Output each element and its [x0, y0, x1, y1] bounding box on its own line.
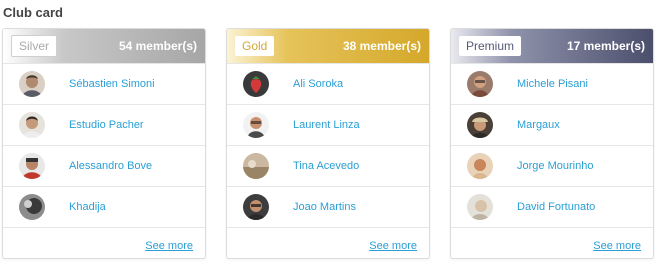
card-header: Gold 38 member(s)	[227, 29, 429, 63]
member-name[interactable]: Michele Pisani	[517, 78, 588, 90]
member-name[interactable]: Laurent Linza	[293, 119, 360, 131]
card-header: Silver 54 member(s)	[3, 29, 205, 63]
card-footer: See more	[227, 227, 429, 258]
member-row[interactable]: Khadija	[3, 186, 205, 227]
card-header: Premium 17 member(s)	[451, 29, 653, 63]
person-avatar[interactable]	[243, 194, 269, 220]
person-avatar[interactable]	[19, 112, 45, 138]
see-more-link[interactable]: See more	[145, 240, 193, 252]
member-row[interactable]: David Fortunato	[451, 186, 653, 227]
person-avatar[interactable]	[467, 71, 493, 97]
member-name[interactable]: Alessandro Bove	[69, 160, 152, 172]
tier-badge: Gold	[235, 36, 275, 56]
see-more-link[interactable]: See more	[593, 240, 641, 252]
member-name[interactable]: Ali Soroka	[293, 78, 343, 90]
member-name[interactable]: Khadija	[69, 201, 106, 213]
member-name[interactable]: Joao Martins	[293, 201, 356, 213]
club-card-silver: Silver 54 member(s) Sébastien Simoni Est…	[2, 28, 206, 259]
member-row[interactable]: Laurent Linza	[227, 104, 429, 145]
club-card-premium: Premium 17 member(s) Michele Pisani Marg…	[450, 28, 654, 259]
member-row[interactable]: Tina Acevedo	[227, 145, 429, 186]
member-row[interactable]: Sébastien Simoni	[3, 63, 205, 104]
person-avatar[interactable]	[467, 112, 493, 138]
member-name[interactable]: Tina Acevedo	[293, 160, 359, 172]
section-title: Club card	[3, 5, 63, 20]
member-name[interactable]: Sébastien Simoni	[69, 78, 155, 90]
person-avatar[interactable]	[243, 112, 269, 138]
person-avatar[interactable]	[19, 71, 45, 97]
member-count: 38 member(s)	[342, 39, 421, 53]
person-avatar[interactable]	[19, 194, 45, 220]
card-footer: See more	[451, 227, 653, 258]
landscape-avatar[interactable]	[243, 153, 269, 179]
member-row[interactable]: Margaux	[451, 104, 653, 145]
member-count: 17 member(s)	[566, 39, 645, 53]
member-name[interactable]: Margaux	[517, 119, 560, 131]
member-row[interactable]: Estudio Pacher	[3, 104, 205, 145]
member-row[interactable]: Ali Soroka	[227, 63, 429, 104]
member-row[interactable]: Michele Pisani	[451, 63, 653, 104]
member-name[interactable]: David Fortunato	[517, 201, 595, 213]
member-row[interactable]: Joao Martins	[227, 186, 429, 227]
member-name[interactable]: Estudio Pacher	[69, 119, 144, 131]
member-count: 54 member(s)	[118, 39, 197, 53]
member-row[interactable]: Alessandro Bove	[3, 145, 205, 186]
member-row[interactable]: Jorge Mourinho	[451, 145, 653, 186]
club-card-gold: Gold 38 member(s) Ali Soroka Laurent Lin…	[226, 28, 430, 259]
strawberry-avatar[interactable]	[243, 71, 269, 97]
tier-badge: Premium	[459, 36, 522, 56]
person-avatar[interactable]	[467, 153, 493, 179]
card-footer: See more	[3, 227, 205, 258]
person-avatar[interactable]	[467, 194, 493, 220]
member-name[interactable]: Jorge Mourinho	[517, 160, 593, 172]
person-avatar[interactable]	[19, 153, 45, 179]
see-more-link[interactable]: See more	[369, 240, 417, 252]
tier-badge: Silver	[11, 35, 58, 57]
